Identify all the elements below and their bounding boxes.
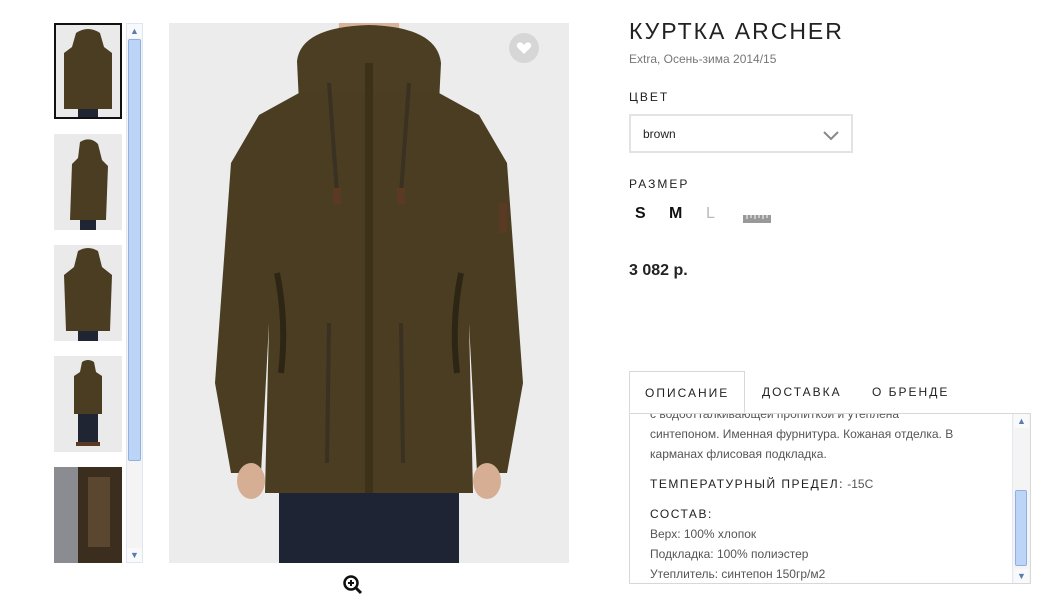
size-option-l: L [706,205,715,222]
favorite-button[interactable] [509,33,539,63]
size-option-m[interactable]: M [669,205,682,223]
thumbnail-2[interactable] [54,134,122,230]
scroll-down-arrow[interactable]: ▼ [1014,569,1029,583]
description-scrollbar[interactable]: ▲ ▼ [1012,414,1030,583]
tab-description[interactable]: ОПИСАНИЕ [629,371,746,413]
scroll-up-arrow[interactable]: ▲ [127,24,142,38]
description-line: карманах флисовая подкладка. [650,447,827,461]
thumbnail-strip [54,23,124,563]
thumbnail-scrollbar[interactable]: ▲ ▼ [126,23,143,563]
temperature-value: -15С [847,477,874,491]
tab-delivery[interactable]: ДОСТАВКА [747,371,857,413]
description-panel: с водоотталкивающей пропиткой и утеплена… [629,413,1031,584]
info-tabs: ОПИСАНИЕ ДОСТАВКА О БРЕНДЕ [629,371,1029,414]
description-line: с водоотталкивающей пропиткой и утеплена [650,413,900,421]
temperature-label: ТЕМПЕРАТУРНЫЙ ПРЕДЕЛ: [650,477,844,491]
thumbnail-4[interactable] [54,356,122,452]
thumbnail-1[interactable] [54,23,122,119]
chevron-down-icon [823,128,839,146]
size-option-s[interactable]: S [635,205,646,223]
product-price: 3 082 р. [629,262,688,279]
heart-icon [516,42,532,54]
scroll-thumb[interactable] [1015,490,1027,566]
thumbnail-3[interactable] [54,245,122,341]
size-guide-button[interactable] [743,210,771,228]
description-line: синтепоном. Именная фурнитура. Кожаная о… [650,427,954,441]
composition-line: Утеплитель: синтепон 150гр/м2 [650,567,826,581]
jacket-front-thumb [54,23,122,119]
jacket-back-thumb [54,245,122,341]
temperature-row: ТЕМПЕРАТУРНЫЙ ПРЕДЕЛ: -15С [650,474,990,494]
jacket-image [169,23,569,563]
main-product-image[interactable] [169,23,569,563]
scroll-up-arrow[interactable]: ▲ [1014,414,1029,428]
scroll-thumb[interactable] [128,39,141,461]
composition-line: Верх: 100% хлопок [650,527,757,541]
zoom-in-icon [343,575,363,595]
product-subtitle: Extra, Осень-зима 2014/15 [629,52,777,66]
jacket-side-thumb [54,134,122,230]
color-label: ЦВЕТ [629,90,670,104]
zoom-button[interactable] [343,575,363,595]
tab-brand[interactable]: О БРЕНДЕ [857,371,964,413]
thumbnail-5[interactable] [54,467,122,563]
color-select-value: brown [643,127,676,141]
scroll-down-arrow[interactable]: ▼ [127,548,142,562]
product-title: КУРТКА ARCHER [629,18,844,44]
color-select[interactable]: brown [629,114,853,153]
ruler-icon [743,215,771,223]
composition-label: СОСТАВ: [650,507,713,521]
jacket-full-thumb [54,356,122,452]
jacket-lining-thumb [54,467,122,563]
size-label: РАЗМЕР [629,177,690,191]
description-content: с водоотталкивающей пропиткой и утеплена… [650,413,990,583]
composition-line: Подкладка: 100% полиэстер [650,547,809,561]
